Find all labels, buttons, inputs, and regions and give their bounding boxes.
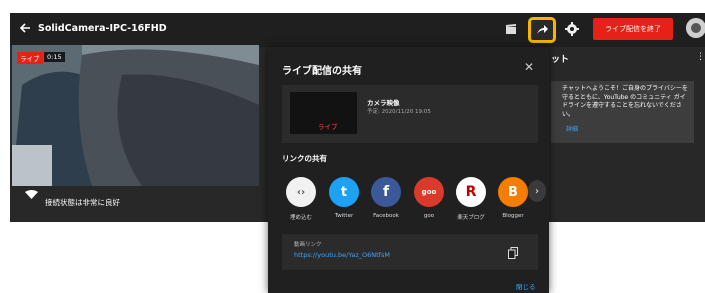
close-dialog-link[interactable]: 閉じる (516, 281, 536, 291)
share-arrow-icon (537, 25, 548, 34)
share-button[interactable] (528, 17, 556, 43)
stream-title: SolidCamera-IPC-16FHD (38, 23, 167, 34)
signal-icon (25, 190, 38, 199)
twitter-button[interactable]: t (329, 177, 359, 207)
embed-icon: ‹› (296, 186, 306, 198)
clapperboard-icon[interactable] (503, 21, 519, 37)
connection-status-text: 接続状態は非常に良好 (45, 198, 120, 207)
video-link-url[interactable]: https://youtu.be/Yaz_O6NtfsM (294, 251, 390, 259)
twitter-icon: t (340, 184, 348, 200)
video-link-caption: 動画リンク (294, 242, 322, 248)
embed-label: 埋め込む (289, 215, 312, 221)
stream-schedule: 予定: 2020/11/20 19:05 (367, 109, 431, 115)
goo-icon: goo (421, 188, 437, 196)
gear-icon[interactable] (564, 21, 580, 37)
user-avatar-icon (686, 18, 705, 38)
copy-icon[interactable] (508, 247, 518, 259)
rakuten-blog-button[interactable]: R (456, 177, 486, 207)
avatar[interactable] (686, 18, 705, 38)
embed-button[interactable]: ‹› (286, 177, 316, 207)
share-dialog-title: ライブ配信の共有 (282, 66, 362, 77)
blogger-button[interactable]: B (498, 177, 528, 207)
goo-label: goo (423, 213, 435, 219)
chat-title: ット (551, 55, 570, 65)
chevron-right-icon[interactable]: › (528, 180, 546, 202)
rakuten-icon: R (465, 184, 477, 200)
live-preview: ライブ 0:15 (12, 45, 259, 186)
facebook-icon: f (382, 184, 390, 200)
blogger-icon: B (508, 184, 518, 200)
facebook-label: Facebook (373, 213, 399, 219)
share-section-label: リンクの共有 (282, 154, 327, 163)
end-stream-button[interactable]: ライブ配信を終了 (593, 18, 673, 40)
stream-name: カメラ映像 (367, 99, 400, 107)
chat-details-link[interactable]: 詳細 (566, 124, 578, 133)
top-bar: SolidCamera-IPC-16FHD ライブ配信を終了 (10, 13, 705, 47)
live-badge: ライブ (17, 52, 43, 64)
elapsed-time: 0:15 (44, 52, 65, 62)
close-icon[interactable]: ✕ (524, 60, 534, 74)
goo-button[interactable]: goo (414, 177, 444, 207)
camera-feed-image (12, 45, 259, 186)
facebook-button[interactable]: f (371, 177, 401, 207)
more-vert-icon[interactable]: ⋮ (696, 52, 705, 62)
rakuten-blog-label: 楽天ブログ (457, 215, 485, 221)
blogger-label: Blogger (502, 213, 524, 219)
back-arrow-icon[interactable] (18, 21, 32, 35)
twitter-label: Twitter (334, 213, 354, 219)
chat-welcome-message: チャットへようこそ！ご自身のプライバシーを守るとともに、YouTube のコミュ… (562, 85, 688, 118)
thumbnail-live-badge: ライブ (318, 123, 338, 131)
